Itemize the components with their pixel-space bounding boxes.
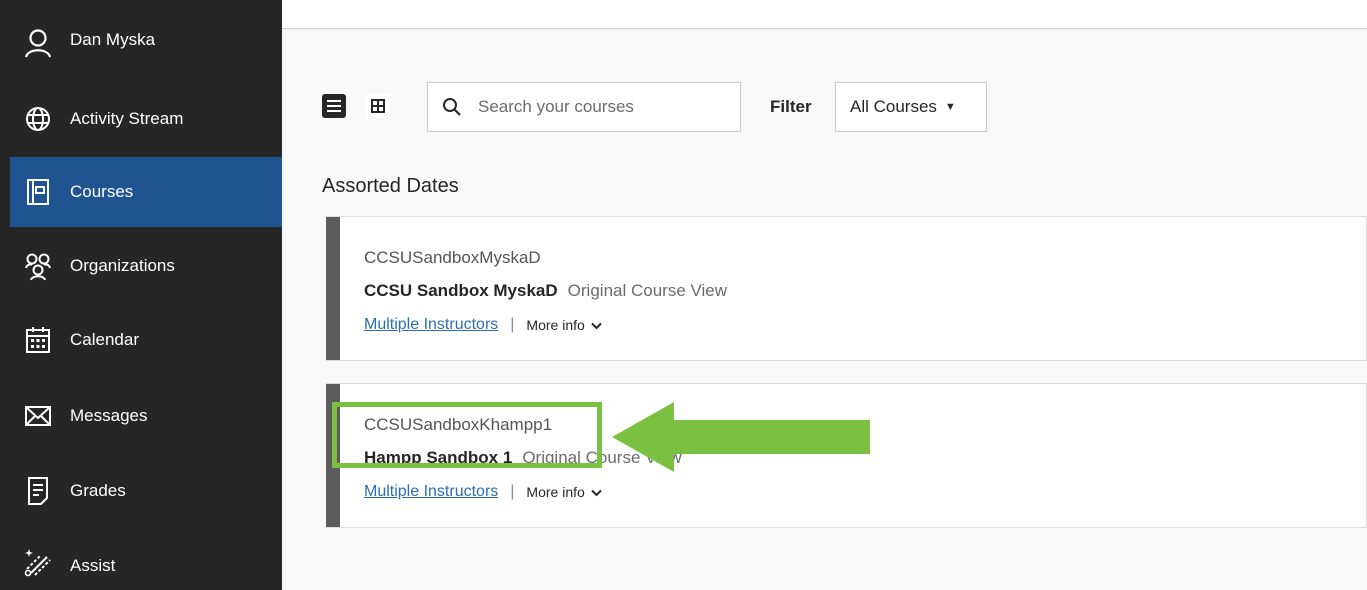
filter-label: Filter <box>770 97 812 116</box>
separator: | <box>510 483 515 500</box>
sidebar-item-label: Activity Stream <box>70 109 184 128</box>
course-id: CCSUSandboxKhampp1 <box>364 415 553 434</box>
courses-icon <box>22 176 54 208</box>
sidebar-item-grades[interactable]: Grades <box>0 455 282 527</box>
sidebar-item-label: Calendar <box>70 330 139 349</box>
course-search[interactable] <box>427 82 741 132</box>
separator: | <box>510 316 515 333</box>
instructors-link[interactable]: Multiple Instructors <box>364 316 498 334</box>
grid-icon <box>371 99 385 113</box>
course-title: Hampp Sandbox 1 <box>364 448 513 467</box>
card-accent-bar <box>326 217 340 360</box>
filter-dropdown[interactable]: All Courses ▼ <box>835 82 987 132</box>
organizations-icon <box>22 250 54 282</box>
calendar-icon <box>22 324 54 356</box>
course-meta: Multiple Instructors | More info <box>364 483 602 501</box>
sidebar-item-calendar[interactable]: Calendar <box>0 304 282 376</box>
chevron-down-icon <box>591 489 602 497</box>
top-bar <box>282 0 1367 29</box>
filter-value: All Courses <box>850 97 937 116</box>
search-input[interactable] <box>476 96 740 118</box>
chevron-down-icon <box>591 322 602 330</box>
course-card[interactable]: CCSUSandboxMyskaD CCSU Sandbox MyskaD Ori… <box>326 216 1367 361</box>
grid-view-toggle[interactable] <box>366 94 390 118</box>
user-icon <box>22 27 54 59</box>
more-info-toggle[interactable]: More info <box>526 484 602 500</box>
list-icon <box>327 100 341 112</box>
sidebar-item-activity-stream[interactable]: Activity Stream <box>0 84 282 154</box>
sidebar-item-courses[interactable]: Courses <box>0 157 282 227</box>
card-accent-bar <box>326 384 340 527</box>
annotation-arrow <box>612 402 870 472</box>
sidebar: Dan Myska Activity Stream Courses Organi… <box>0 0 282 590</box>
sidebar-item-label: Assist <box>70 556 116 575</box>
sidebar-item-label: Dan Myska <box>70 30 156 49</box>
course-view-type: Original Course View <box>567 281 728 300</box>
search-icon <box>442 96 464 118</box>
sidebar-item-assist[interactable]: Assist <box>0 530 282 590</box>
course-meta: Multiple Instructors | More info <box>364 316 602 334</box>
caret-down-icon: ▼ <box>944 101 956 113</box>
grades-icon <box>22 475 54 507</box>
course-title: CCSU Sandbox MyskaD <box>364 281 558 300</box>
sidebar-item-organizations[interactable]: Organizations <box>0 230 282 302</box>
sidebar-item-label: Grades <box>70 481 126 500</box>
section-title: Assorted Dates <box>322 175 459 197</box>
sidebar-item-label: Courses <box>70 182 134 201</box>
more-info-label: More info <box>526 484 585 500</box>
assist-icon <box>22 546 54 578</box>
instructors-link[interactable]: Multiple Instructors <box>364 483 498 501</box>
sidebar-item-profile[interactable]: Dan Myska <box>0 8 282 78</box>
more-info-toggle[interactable]: More info <box>526 317 602 333</box>
sidebar-item-label: Organizations <box>70 256 175 275</box>
course-id: CCSUSandboxMyskaD <box>364 248 541 267</box>
more-info-label: More info <box>526 317 585 333</box>
sidebar-item-messages[interactable]: Messages <box>0 380 282 452</box>
sidebar-item-label: Messages <box>70 406 148 425</box>
list-view-toggle[interactable] <box>322 94 346 118</box>
main-content: Filter All Courses ▼ Assorted Dates CCSU… <box>282 0 1367 590</box>
envelope-icon <box>22 400 54 432</box>
course-name[interactable]: CCSU Sandbox MyskaD Original Course View <box>364 281 727 301</box>
globe-icon <box>22 103 54 135</box>
